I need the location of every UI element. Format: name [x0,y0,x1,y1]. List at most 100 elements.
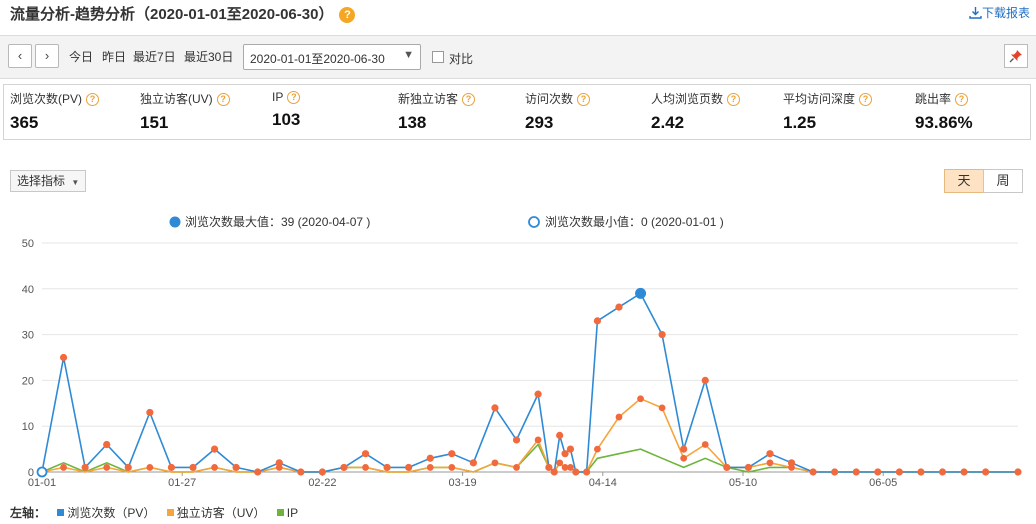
zero-point[interactable] [572,468,580,476]
help-icon[interactable]: ? [462,93,476,106]
zero-point[interactable] [583,468,591,476]
granularity-day-button[interactable]: 天 [944,169,984,193]
uv-point[interactable] [766,459,774,467]
pv-point[interactable] [81,463,89,472]
pv-point[interactable] [566,445,575,453]
uv-point[interactable] [513,464,520,471]
pv-point[interactable] [615,303,623,311]
select-metric-dropdown[interactable]: 选择指标 ▼ [10,170,87,192]
pv-point[interactable] [491,404,499,412]
pv-legend-label[interactable]: 浏览次数（PV） [67,506,155,520]
pv-point[interactable] [658,331,666,339]
uv-point[interactable] [103,464,111,471]
y-tick-label: 30 [22,330,34,342]
pv-point[interactable] [512,436,521,444]
uv-point[interactable] [146,464,154,471]
pv-point[interactable] [59,353,68,362]
granularity-week-button[interactable]: 周 [983,169,1023,193]
pv-point[interactable] [469,459,477,467]
preset-yesterday[interactable]: 昨日 [102,48,126,65]
uv-point[interactable] [275,464,283,471]
metric-pv: 浏览次数(PV)? 365 [10,90,100,133]
pv-point[interactable] [383,463,391,472]
zero-point[interactable] [297,468,305,476]
uv-point[interactable] [567,464,574,471]
uv-point[interactable] [637,395,644,403]
pv-point[interactable] [723,463,731,472]
uv-point[interactable] [594,445,601,453]
metric-visit-depth: 平均访问深度? 1.25 [783,90,873,133]
pv-point[interactable] [340,463,348,472]
zero-point[interactable] [809,468,817,476]
zero-point[interactable] [550,468,558,476]
uv-point[interactable] [556,459,564,467]
x-tick-label: 01-27 [168,477,196,489]
zero-point[interactable] [254,468,262,476]
pv-point[interactable] [448,450,456,458]
uv-point[interactable] [680,454,688,462]
pv-point[interactable] [534,390,542,398]
uv-point[interactable] [658,404,666,412]
pv-point[interactable] [556,431,564,439]
pv-point[interactable] [701,376,709,384]
next-period-button[interactable]: › [35,44,59,68]
uv-point[interactable] [362,464,369,471]
zero-point[interactable] [938,468,947,476]
help-icon[interactable]: ? [955,93,969,106]
uv-point[interactable] [701,441,709,448]
preset-last-7-days[interactable]: 最近7日 [133,48,176,65]
x-tick-label: 02-22 [308,477,336,489]
pv-point[interactable] [103,440,111,449]
uv-legend-label[interactable]: 独立访客（UV） [177,506,266,520]
zero-point[interactable] [1014,468,1022,476]
zero-point[interactable] [982,468,990,476]
pv-point[interactable] [426,454,434,462]
zero-point[interactable] [852,468,860,476]
pv-point[interactable] [189,463,197,472]
uv-point[interactable] [491,459,499,467]
preset-today[interactable]: 今日 [69,48,93,65]
pv-point[interactable] [210,445,219,453]
max-point[interactable] [635,287,647,299]
uv-point[interactable] [615,413,623,421]
pv-point[interactable] [146,408,154,417]
pin-icon[interactable] [1004,44,1028,68]
pv-point[interactable] [744,463,752,472]
zero-point[interactable] [960,468,968,476]
uv-point[interactable] [211,464,218,471]
help-icon[interactable]: ? [727,93,741,106]
compare-checkbox[interactable] [432,51,444,63]
uv-point[interactable] [426,464,434,471]
pv-point[interactable] [766,450,774,458]
download-report-button[interactable]: 下载报表 [969,4,1030,21]
help-icon[interactable]: ? [216,93,230,106]
uv-point[interactable] [788,464,795,471]
zero-point[interactable] [917,468,925,476]
zero-point[interactable] [831,468,839,476]
help-icon[interactable]: ? [287,91,301,104]
uv-point[interactable] [60,464,67,471]
pv-point[interactable] [680,445,688,453]
zero-point[interactable] [318,468,326,476]
min-point[interactable] [36,466,48,478]
help-icon[interactable]: ? [859,93,873,106]
metric-uv: 独立访客(UV)? 151 [140,90,230,133]
pv-point[interactable] [593,317,602,325]
zero-point[interactable] [895,468,903,476]
uv-point[interactable] [448,464,456,471]
pv-point[interactable] [167,463,176,472]
help-icon[interactable]: ? [339,7,356,23]
help-icon[interactable]: ? [86,93,100,106]
pv-point[interactable] [405,463,413,472]
chart-min-legend: 浏览次数最小值：0 (2020-01-01 ) [528,214,724,229]
pv-point[interactable] [232,463,240,472]
ip-legend-label[interactable]: IP [287,506,298,520]
pv-point[interactable] [361,450,370,458]
preset-last-30-days[interactable]: 最近30日 [184,48,233,65]
pv-point[interactable] [124,463,132,472]
help-icon[interactable]: ? [577,93,591,106]
date-range-select[interactable]: 2020-01-01至2020-06-30 ▼ [243,44,421,70]
uv-point[interactable] [534,436,542,444]
prev-period-button[interactable]: ‹ [8,44,32,68]
zero-point[interactable] [874,468,882,476]
